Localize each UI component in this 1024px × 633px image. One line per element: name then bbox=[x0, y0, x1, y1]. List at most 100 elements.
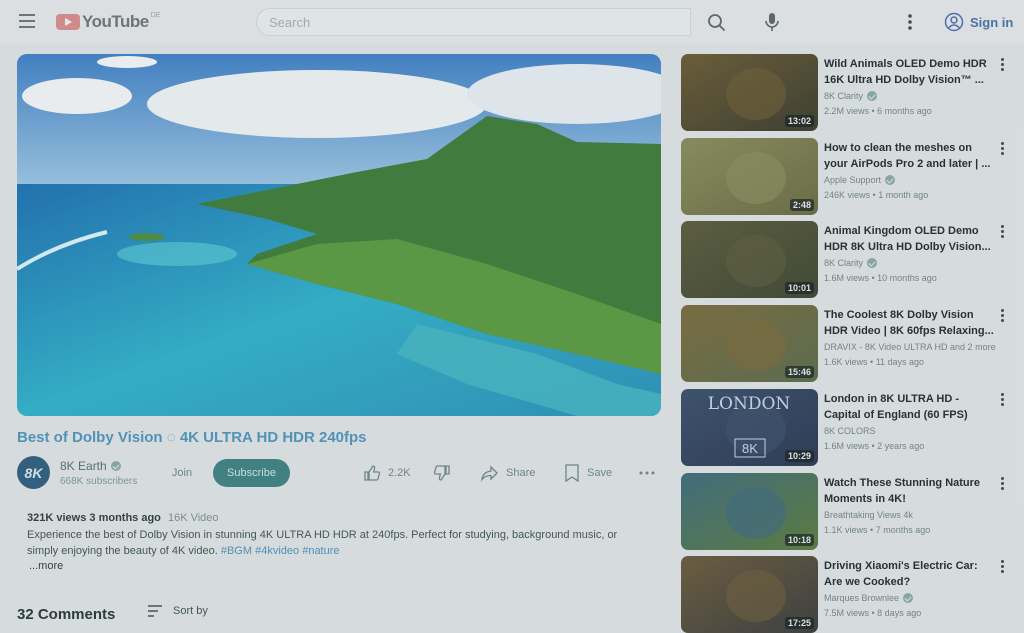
voice-search-button[interactable] bbox=[758, 8, 786, 36]
video-duration: 10:01 bbox=[784, 282, 814, 295]
more-actions-button[interactable] bbox=[638, 460, 656, 486]
channel-name: 8K Earth bbox=[60, 459, 107, 473]
recommendation-item[interactable]: 13:02 Wild Animals OLED Demo HDR 16K Ultr… bbox=[681, 54, 1011, 132]
recommendation-channel[interactable]: 8K Clarity bbox=[824, 258, 878, 269]
more-vertical-icon[interactable] bbox=[997, 392, 1007, 409]
recommendation-views: 2.2M views bbox=[824, 106, 870, 116]
video-duration: 10:29 bbox=[784, 449, 814, 462]
save-button[interactable]: Save bbox=[563, 460, 612, 486]
channel-avatar[interactable]: 8K bbox=[17, 456, 50, 489]
more-vertical-icon[interactable] bbox=[997, 141, 1007, 158]
thumbnail-text: LONDON bbox=[708, 394, 791, 414]
logo-text: YouTube bbox=[82, 12, 149, 31]
recommendation-meta: 1.1K views • 7 months ago bbox=[824, 524, 931, 535]
upload-age: 3 months ago bbox=[89, 512, 161, 524]
youtube-logo[interactable]: YouTube DE bbox=[56, 12, 160, 32]
recommendation-channel[interactable]: 8K COLORS bbox=[824, 426, 876, 436]
sign-in-button[interactable]: Sign in bbox=[936, 8, 1021, 36]
recommendation-channel-name: Marques Brownlee bbox=[824, 593, 900, 604]
view-count: 321K views bbox=[27, 512, 87, 524]
thumbnail-badge: 8K bbox=[742, 441, 758, 456]
recommendation-channel-name: 8K COLORS bbox=[824, 425, 876, 436]
share-button[interactable]: Share bbox=[480, 460, 535, 486]
hashtag-link[interactable]: #4kvideo bbox=[255, 545, 299, 557]
recommendation-item[interactable]: 10:18 Watch These Stunning Nature Moments… bbox=[681, 472, 1011, 551]
bookmark-icon bbox=[565, 464, 579, 483]
account-icon bbox=[944, 12, 964, 32]
recommendation-title[interactable]: Watch These Stunning Nature Moments in 4… bbox=[824, 475, 994, 507]
recommendation-title[interactable]: The Coolest 8K Dolby Vision HDR Video | … bbox=[824, 307, 994, 339]
video-thumbnail[interactable]: 17:25 bbox=[681, 556, 818, 633]
logo-region: DE bbox=[150, 11, 161, 19]
verified-icon bbox=[903, 593, 914, 604]
recommendation-item[interactable]: 15:46 The Coolest 8K Dolby Vision HDR Vid… bbox=[681, 305, 1011, 383]
video-duration: 17:25 bbox=[784, 617, 814, 630]
recommendation-item[interactable]: LONDON 8K 10:29 London in 8K ULTRA HD - Cap… bbox=[681, 388, 1011, 467]
settings-more-button[interactable] bbox=[900, 8, 920, 36]
search-icon bbox=[708, 14, 725, 31]
video-thumbnail[interactable]: 2:48 bbox=[681, 137, 818, 215]
more-vertical-icon[interactable] bbox=[997, 560, 1007, 576]
hashtag-link[interactable]: #nature bbox=[302, 545, 339, 557]
subscribe-button[interactable]: Subscribe bbox=[213, 459, 290, 487]
recommendation-age: 7 months ago bbox=[875, 524, 931, 535]
share-icon bbox=[481, 465, 498, 482]
recommendation-title[interactable]: Wild Animals OLED Demo HDR 16K Ultra HD … bbox=[824, 56, 994, 88]
recommendation-channel[interactable]: Marques Brownlee bbox=[824, 593, 914, 604]
video-duration: 2:48 bbox=[789, 198, 814, 211]
join-button[interactable]: Join bbox=[160, 460, 204, 486]
more-horizontal-icon bbox=[639, 471, 655, 475]
recommendation-title[interactable]: London in 8K ULTRA HD - Capital of Engla… bbox=[824, 391, 994, 423]
recommendation-item[interactable]: 17:25 Driving Xiaomi's Electric Car: Are … bbox=[681, 556, 1011, 633]
recommendation-channel[interactable]: Breathtaking Views 4k bbox=[824, 510, 913, 520]
recommendation-age: 8 days ago bbox=[877, 608, 922, 619]
video-thumbnail[interactable]: 10:01 bbox=[681, 221, 818, 299]
sign-in-label: Sign in bbox=[970, 14, 1014, 30]
description-box[interactable]: 321K views 3 months ago 16K Video Experi… bbox=[17, 503, 661, 580]
recommendation-channel[interactable]: Apple Support bbox=[824, 174, 896, 185]
menu-icon[interactable] bbox=[19, 14, 35, 28]
description-text: Experience the best of Dolby Vision in s… bbox=[27, 527, 647, 559]
like-button[interactable]: 2.2K bbox=[362, 460, 411, 486]
recommendation-channel[interactable]: 8K Clarity bbox=[824, 91, 878, 101]
recommendation-item[interactable]: 2:48 How to clean the meshes on your AirP… bbox=[681, 137, 1011, 216]
dislike-button[interactable] bbox=[432, 460, 452, 486]
more-vertical-icon[interactable] bbox=[997, 58, 1007, 74]
play-logo-icon bbox=[56, 14, 80, 30]
recommendation-channel-name: Apple Support bbox=[824, 174, 882, 185]
video-thumbnail[interactable]: 10:18 bbox=[681, 472, 818, 550]
show-more-link[interactable]: ...more bbox=[29, 560, 63, 572]
video-thumbnail[interactable]: LONDON 8K 10:29 bbox=[681, 388, 818, 466]
recommendation-item[interactable]: 10:01 Animal Kingdom OLED Demo HDR 8K Ult… bbox=[681, 221, 1011, 299]
recommendation-views: 7.5M views bbox=[824, 608, 870, 619]
video-thumbnail[interactable]: 15:46 bbox=[681, 305, 818, 383]
recommendation-age: 10 months ago bbox=[877, 273, 937, 284]
video-player[interactable] bbox=[17, 54, 661, 416]
recommendation-age: 6 months ago bbox=[877, 106, 932, 116]
recommendation-views: 1.6M views bbox=[824, 273, 870, 284]
more-vertical-icon[interactable] bbox=[997, 476, 1007, 493]
recommendation-title[interactable]: Animal Kingdom OLED Demo HDR 8K Ultra HD… bbox=[824, 223, 994, 255]
more-vertical-icon[interactable] bbox=[997, 309, 1007, 325]
channel-name-link[interactable]: 8K Earth bbox=[60, 459, 121, 473]
sort-by-button[interactable]: Sort by bbox=[147, 604, 208, 618]
recommendation-meta: 2.2M views • 6 months ago bbox=[824, 106, 932, 116]
video-tag[interactable]: 16K Video bbox=[168, 512, 219, 524]
recommendation-age: 1 month ago bbox=[878, 189, 929, 200]
recommendation-title[interactable]: How to clean the meshes on your AirPods … bbox=[824, 140, 994, 172]
hashtag-link[interactable]: #BGM bbox=[221, 545, 252, 557]
video-duration: 13:02 bbox=[784, 115, 814, 127]
search-input[interactable] bbox=[256, 8, 691, 36]
search-button[interactable] bbox=[700, 8, 734, 36]
recommendation-channel-name: Breathtaking Views 4k bbox=[824, 509, 913, 520]
sort-by-label: Sort by bbox=[173, 605, 208, 617]
thumbs-down-icon bbox=[433, 465, 450, 481]
recommendation-views: 1.6M views bbox=[824, 440, 870, 451]
like-count: 2.2K bbox=[388, 467, 411, 479]
recommendation-meta: 1.6K views • 11 days ago bbox=[824, 357, 925, 368]
recommendation-title[interactable]: Driving Xiaomi's Electric Car: Are we Co… bbox=[824, 558, 994, 590]
recommendation-age: 2 years ago bbox=[877, 440, 925, 451]
video-thumbnail[interactable]: 13:02 bbox=[681, 54, 818, 131]
more-vertical-icon[interactable] bbox=[997, 225, 1007, 241]
recommendation-channel[interactable]: DRAVIX - 8K Video ULTRA HD and 2 more bbox=[824, 342, 996, 352]
